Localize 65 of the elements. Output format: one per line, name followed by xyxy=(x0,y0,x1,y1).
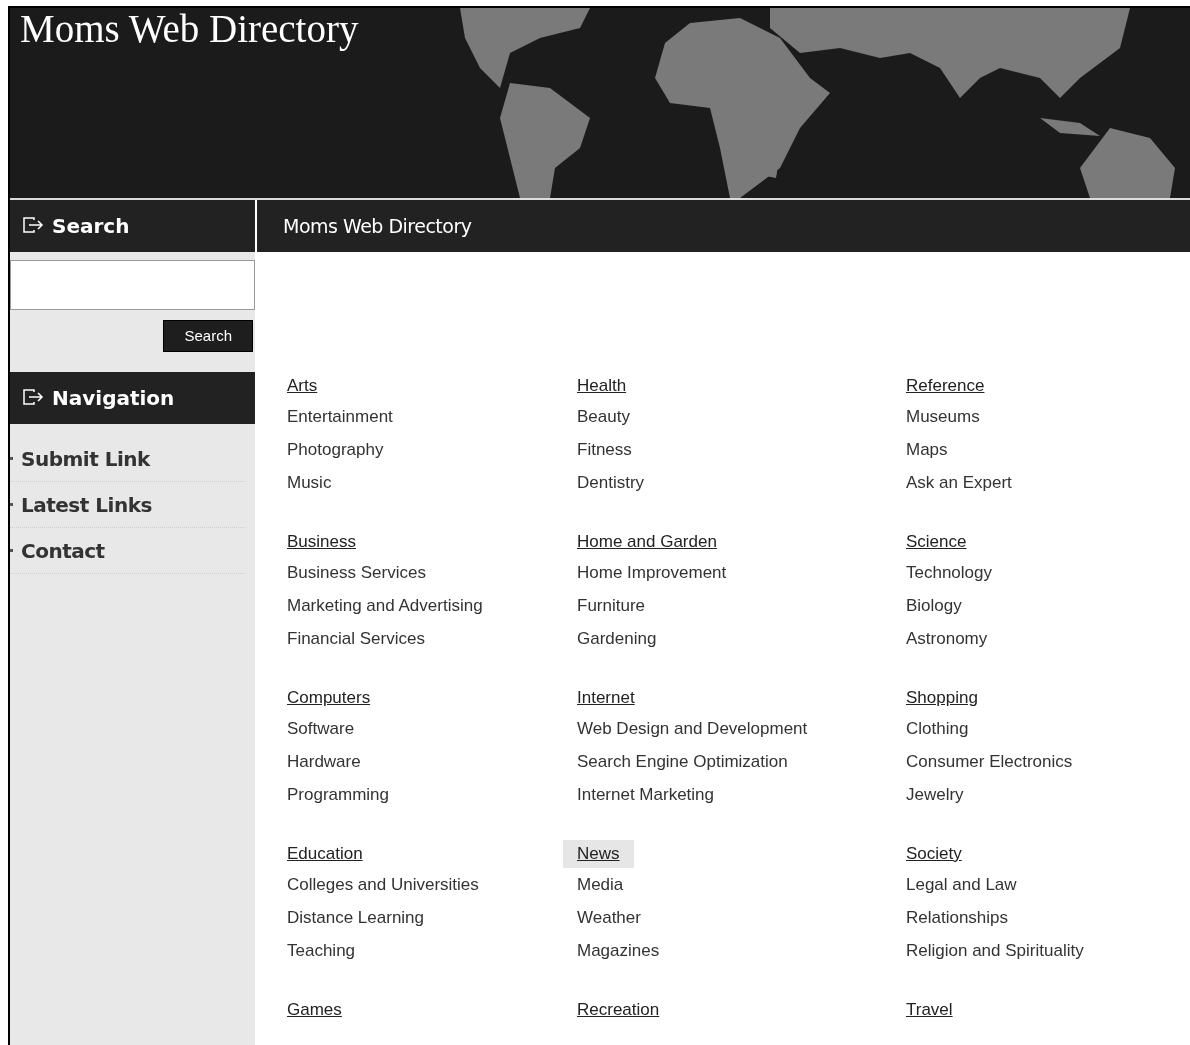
subcategory-link[interactable]: Consumer Electronics xyxy=(906,745,1073,778)
bullet-icon xyxy=(10,457,13,460)
subcategory-link[interactable]: Weather xyxy=(577,901,641,934)
subcategory-link[interactable]: Museums xyxy=(906,400,980,433)
category-link[interactable]: Education xyxy=(287,840,363,868)
section-heading: Navigation xyxy=(52,385,175,412)
subcategory-link[interactable]: Magazines xyxy=(577,934,660,967)
subcategory-link[interactable]: Colleges and Universities xyxy=(287,868,479,901)
bullet-icon xyxy=(10,503,13,506)
section-heading: Search xyxy=(52,213,130,240)
subcategory-link[interactable]: Legal and Law xyxy=(906,868,1017,901)
subcategory-link[interactable]: Technology xyxy=(906,556,992,589)
category-link[interactable]: Computers xyxy=(287,684,371,712)
category-link[interactable]: Health xyxy=(577,372,627,400)
search-button[interactable]: Search xyxy=(163,320,253,352)
subcategory-link[interactable]: Dentistry xyxy=(577,466,645,499)
category-link[interactable]: Games xyxy=(287,996,342,1024)
category-link[interactable]: Home and Garden xyxy=(577,528,717,556)
subcategory-link[interactable]: Web Design and Development xyxy=(577,712,808,745)
subcategory-link[interactable]: Entertainment xyxy=(287,400,393,433)
category-link[interactable]: Business xyxy=(287,528,356,556)
subcategory-link[interactable]: Distance Learning xyxy=(287,901,425,934)
nav-link[interactable]: Submit Link xyxy=(21,443,150,474)
subcategory-link[interactable]: Religion and Spirituality xyxy=(906,934,1084,967)
subcategory-link[interactable]: Marketing and Advertising xyxy=(287,589,483,622)
category-link[interactable]: Arts xyxy=(287,372,318,400)
content-title: Moms Web Directory xyxy=(283,213,472,239)
subcategory-link[interactable]: Hardware xyxy=(287,745,361,778)
subcategory-link[interactable]: Ask an Expert xyxy=(906,466,1012,499)
subcategory-link[interactable]: Internet Marketing xyxy=(577,778,714,811)
subcategory-link[interactable]: Search Engine Optimization xyxy=(577,745,788,778)
category-link[interactable]: Reference xyxy=(906,372,985,400)
subcategory-link[interactable]: Furniture xyxy=(577,589,646,622)
subcategory-link[interactable]: Photography xyxy=(287,433,384,466)
category-link[interactable]: Shopping xyxy=(906,684,978,712)
subcategory-link[interactable]: Relationships xyxy=(906,901,1009,934)
subcategory-link[interactable]: Maps xyxy=(906,433,948,466)
subcategory-link[interactable]: Media xyxy=(577,868,624,901)
subcategory-link[interactable]: Programming xyxy=(287,778,390,811)
subcategory-link[interactable]: Clothing xyxy=(906,712,969,745)
subcategory-link[interactable]: Astronomy xyxy=(906,622,988,655)
subcategory-link[interactable]: Gardening xyxy=(577,622,657,655)
subcategory-link[interactable]: Jewelry xyxy=(906,778,964,811)
category-link[interactable]: Society xyxy=(906,840,962,868)
bullet-icon xyxy=(10,549,13,552)
category-link[interactable]: Travel xyxy=(906,996,953,1024)
subcategory-link[interactable]: Home Improvement xyxy=(577,556,727,589)
category-link[interactable]: News xyxy=(563,840,634,868)
subcategory-link[interactable]: Business Services xyxy=(287,556,426,589)
subcategory-link[interactable]: Biology xyxy=(906,589,962,622)
category-link[interactable]: Recreation xyxy=(577,996,660,1024)
exit-arrow-icon xyxy=(22,217,44,235)
nav-link[interactable]: Latest Links xyxy=(21,489,152,520)
subcategory-link[interactable]: Teaching xyxy=(287,934,356,967)
subcategory-link[interactable]: Beauty xyxy=(577,400,630,433)
category-link[interactable]: Internet xyxy=(577,684,635,712)
subcategory-link[interactable]: Software xyxy=(287,712,355,745)
subcategory-link[interactable]: Financial Services xyxy=(287,622,425,655)
site-title[interactable]: Moms Web Directory xyxy=(20,8,359,50)
search-field[interactable] xyxy=(10,260,255,310)
subcategory-link[interactable]: Music xyxy=(287,466,332,499)
category-link[interactable]: Science xyxy=(906,528,967,556)
nav-link[interactable]: Contact xyxy=(21,535,105,566)
subcategory-link[interactable]: Fitness xyxy=(577,433,632,466)
exit-arrow-icon xyxy=(22,389,44,407)
